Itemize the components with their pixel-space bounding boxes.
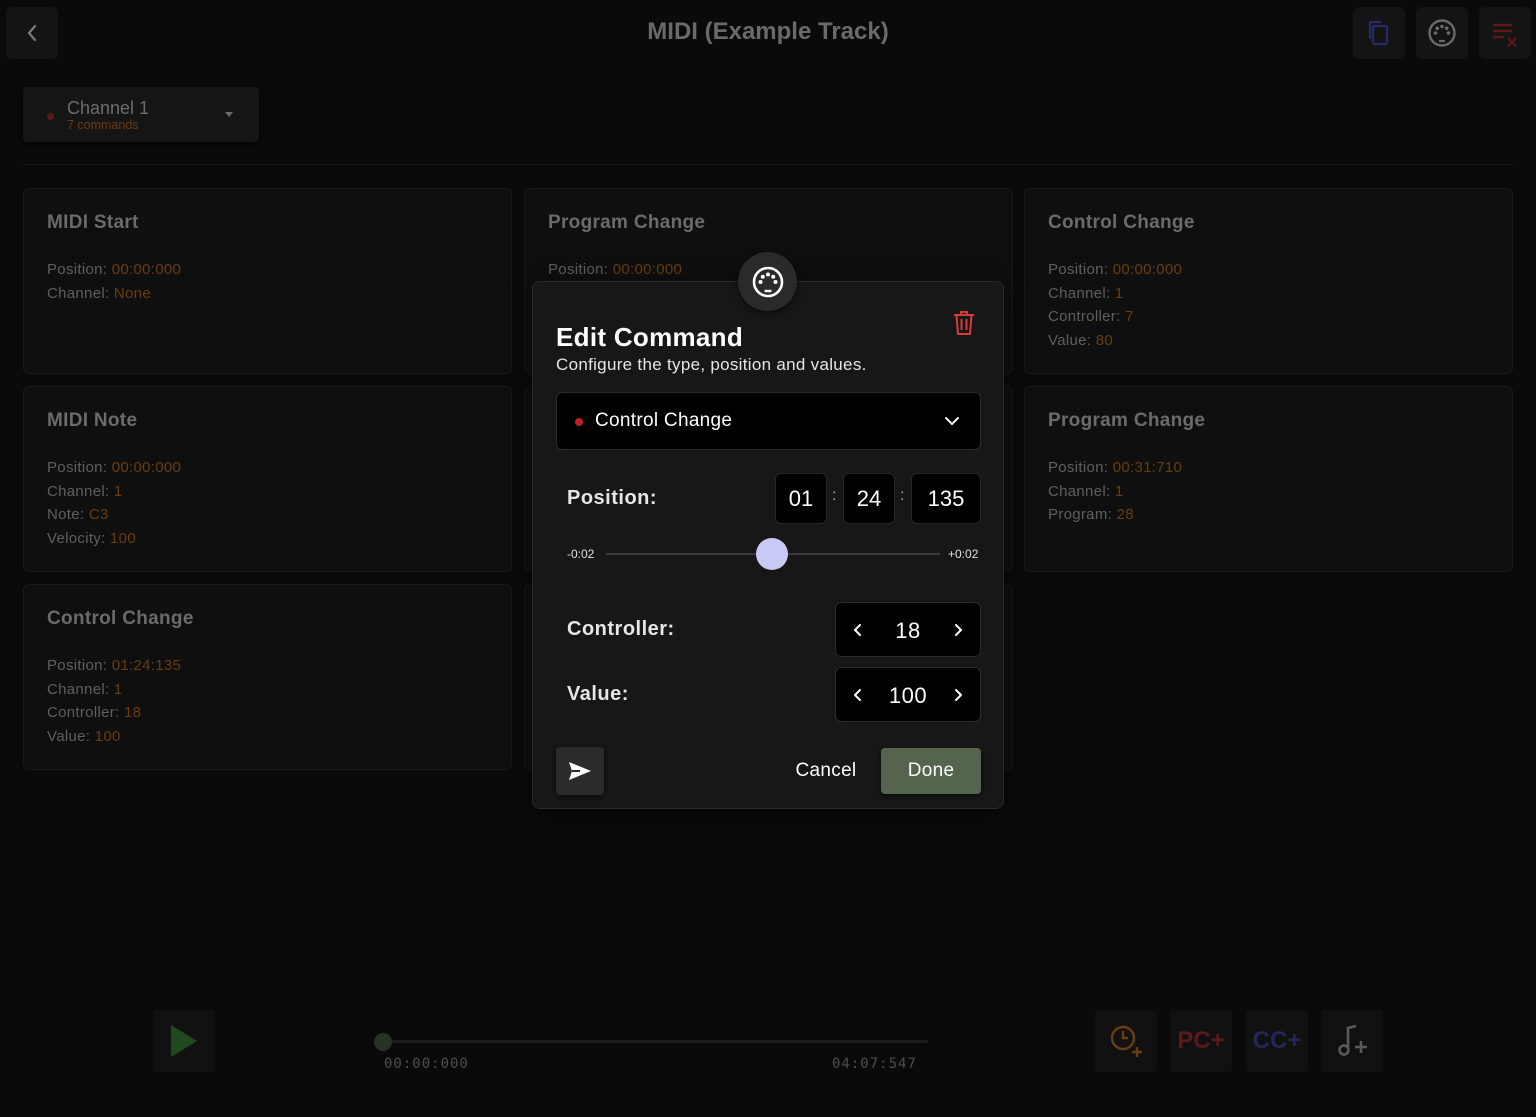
midi-badge <box>738 252 797 311</box>
slider-min-label: -0:02 <box>567 547 595 561</box>
copy-icon <box>1368 20 1389 46</box>
controller-label: Controller: <box>567 618 675 640</box>
card-title: Program Change <box>548 212 706 233</box>
add-program-change-button[interactable]: PC+ <box>1170 1010 1232 1072</box>
play-button[interactable] <box>153 1010 215 1072</box>
channel-command-count: 7 commands <box>67 118 139 132</box>
command-card[interactable]: Control Change Position: 00:00:000 Chann… <box>1024 188 1513 374</box>
cancel-button[interactable]: Cancel <box>781 748 871 794</box>
position-millis-input[interactable]: 135 <box>911 473 981 524</box>
card-title: Control Change <box>1048 212 1195 233</box>
type-color-dot <box>575 418 583 426</box>
clear-list-button[interactable] <box>1479 7 1531 59</box>
chevron-right-icon <box>955 688 962 701</box>
command-card[interactable]: Control Change Position: 01:24:135 Chann… <box>23 584 512 770</box>
slider-max-label: +0:02 <box>948 547 979 561</box>
command-card[interactable]: MIDI Note Position: 00:00:000 Channel: 1… <box>23 386 512 572</box>
position-minutes-input[interactable]: 01 <box>775 473 827 524</box>
card-row: Position: 01:24:135 <box>47 657 182 674</box>
card-row: Controller: 7 <box>1048 308 1134 326</box>
card-row: Value: 100 <box>47 728 121 746</box>
value-increment[interactable] <box>936 668 980 721</box>
position-slider-handle[interactable] <box>756 538 788 570</box>
controller-decrement[interactable] <box>836 603 880 656</box>
value-decrement[interactable] <box>836 668 880 721</box>
channel-color-dot <box>47 113 54 120</box>
position-seconds-input[interactable]: 24 <box>843 473 895 524</box>
note-plus-icon <box>1338 1024 1367 1056</box>
copy-button[interactable] <box>1353 7 1405 59</box>
send-icon <box>569 762 591 780</box>
page-title: MIDI (Example Track) <box>647 18 889 45</box>
scrubber-handle[interactable] <box>374 1033 392 1051</box>
card-row: Channel: 1 <box>1048 284 1124 302</box>
add-timestamp-button[interactable] <box>1095 1010 1157 1072</box>
end-time: 04:07:547 <box>832 1056 917 1072</box>
trash-icon <box>954 311 974 335</box>
controller-stepper: 18 <box>835 602 981 657</box>
card-row: Value: 80 <box>1048 332 1113 350</box>
channel-dropdown[interactable]: Channel 1 7 commands <box>23 87 259 142</box>
card-row: Position: 00:00:000 <box>1048 261 1183 278</box>
card-row: Position: 00:00:000 <box>47 459 182 476</box>
delete-button[interactable] <box>951 309 977 337</box>
card-row: Controller: 18 <box>47 704 142 722</box>
card-row: Channel: 1 <box>1048 482 1124 500</box>
play-icon <box>171 1025 197 1057</box>
add-note-button[interactable] <box>1321 1010 1383 1072</box>
chevron-left-icon <box>854 688 861 701</box>
chevron-left-icon <box>854 623 861 636</box>
value-label: Value: <box>567 683 629 705</box>
top-bar: MIDI (Example Track) <box>0 0 1536 68</box>
controller-value: 18 <box>895 618 921 643</box>
card-row: Program: 28 <box>1048 506 1134 524</box>
caret-down-icon <box>225 112 233 117</box>
midi-port-icon <box>752 266 783 297</box>
command-type-select[interactable]: Control Change <box>556 392 981 450</box>
add-control-change-button[interactable]: CC+ <box>1246 1010 1308 1072</box>
edit-command-dialog: Edit Command Configure the type, positio… <box>532 281 1004 809</box>
clock-plus-icon <box>1110 1025 1142 1057</box>
command-card[interactable]: Program Change Position: 00:31:710 Chann… <box>1024 386 1513 572</box>
start-time: 00:00:000 <box>384 1056 469 1072</box>
position-label: Position: <box>567 487 658 509</box>
dialog-subtitle: Configure the type, position and values. <box>556 355 867 374</box>
send-test-button[interactable] <box>556 747 604 795</box>
card-row: Position: 00:00:000 <box>47 261 182 278</box>
value-stepper: 100 <box>835 667 981 722</box>
card-row: Channel: None <box>47 284 151 302</box>
card-row: Channel: 1 <box>47 482 123 500</box>
midi-port-icon <box>1428 19 1456 47</box>
card-title: Control Change <box>47 608 194 629</box>
divider <box>23 164 1513 165</box>
card-row: Channel: 1 <box>47 680 123 698</box>
clear-list-icon <box>1493 23 1517 47</box>
command-type-value: Control Change <box>595 410 733 431</box>
value-value: 100 <box>888 683 928 708</box>
card-title: MIDI Note <box>47 410 138 431</box>
card-title: Program Change <box>1048 410 1206 431</box>
app-root: MIDI (Example Track) Channel 1 7 command… <box>0 0 1536 1117</box>
card-row: Note: C3 <box>47 506 109 524</box>
chevron-right-icon <box>955 623 962 636</box>
chevron-down-icon <box>945 417 959 425</box>
card-title: MIDI Start <box>47 212 139 233</box>
midi-port-button[interactable] <box>1416 7 1468 59</box>
channel-name: Channel 1 <box>67 98 150 118</box>
time-separator: : <box>832 487 837 504</box>
dialog-title: Edit Command <box>556 322 744 352</box>
time-separator: : <box>900 487 905 504</box>
scrubber-track[interactable] <box>383 1040 928 1043</box>
done-button[interactable]: Done <box>881 748 981 794</box>
controller-increment[interactable] <box>936 603 980 656</box>
command-card[interactable]: MIDI Start Position: 00:00:000 Channel: … <box>23 188 512 374</box>
card-row: Velocity: 100 <box>47 530 136 548</box>
card-row: Position: 00:31:710 <box>1048 459 1183 476</box>
